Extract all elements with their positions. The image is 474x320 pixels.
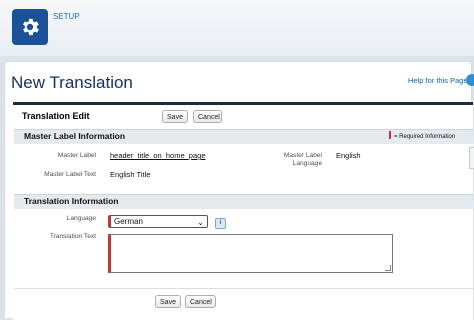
translation-text-field[interactable] xyxy=(108,234,393,273)
help-link[interactable]: Help for this Page xyxy=(408,76,468,85)
setup-link[interactable]: SETUP xyxy=(53,12,80,21)
help-circle-icon[interactable] xyxy=(466,74,474,86)
master-label-text-value: English Title xyxy=(110,170,151,179)
chevron-down-icon: ⌄ xyxy=(197,218,204,227)
cancel-button-bottom[interactable]: Cancel xyxy=(185,295,216,308)
info-icon[interactable]: i xyxy=(215,218,226,229)
edit-title: Translation Edit xyxy=(22,111,90,121)
cancel-button-top[interactable]: Cancel xyxy=(193,110,222,123)
required-legend: = Required Information xyxy=(389,131,455,140)
setup-home-button[interactable] xyxy=(12,9,48,45)
master-label-language-label: Master Label Language xyxy=(283,152,322,167)
page-title: New Translation xyxy=(11,73,133,92)
language-select[interactable]: German ⌄ xyxy=(108,215,208,228)
master-label-value[interactable]: header_title_on_home_page xyxy=(110,151,206,160)
master-label-language-value: English xyxy=(336,151,361,160)
language-selected-value: German xyxy=(114,217,143,226)
side-scroll-tab[interactable] xyxy=(469,147,474,169)
save-button-bottom[interactable]: Save xyxy=(155,295,181,308)
required-legend-text: = Required Information xyxy=(394,134,456,140)
master-section-title: Master Label Information xyxy=(24,131,126,141)
resize-handle-icon[interactable] xyxy=(385,265,391,271)
master-label-label: Master Label xyxy=(57,152,96,159)
language-label: Language xyxy=(66,215,96,222)
required-marker xyxy=(389,131,391,139)
translation-section-title: Translation Information xyxy=(24,196,119,206)
gear-icon xyxy=(23,18,39,36)
master-label-text-label: Master Label Text xyxy=(44,171,96,178)
footer-divider xyxy=(14,288,473,289)
translation-text-label: Translation Text xyxy=(49,233,96,240)
save-button-top[interactable]: Save xyxy=(162,110,188,123)
setup-header: SETUP xyxy=(0,0,474,56)
